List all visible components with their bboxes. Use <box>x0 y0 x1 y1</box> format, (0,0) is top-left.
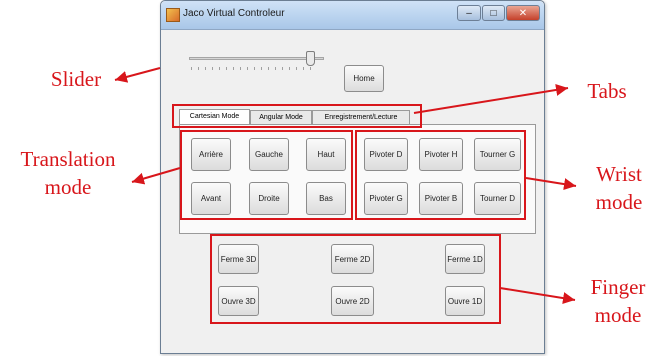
wrist-annotation-line2: mode <box>595 190 643 214</box>
wrist-annotation-line1: Wrist <box>596 162 642 186</box>
slider-arrow <box>114 67 161 83</box>
translation-annotation-line1: Translation <box>20 147 116 171</box>
wrist-arrow <box>525 177 577 191</box>
tabs-annotation: Tabs <box>587 79 627 103</box>
translation-annotation-line2: mode <box>44 175 92 199</box>
finger-annotation-line2: mode <box>594 303 642 327</box>
slider-annotation: Slider <box>50 67 102 91</box>
tabs-arrow <box>413 84 569 114</box>
translation-arrow <box>131 167 181 185</box>
finger-arrow <box>499 287 576 305</box>
finger-annotation-line1: Finger <box>590 275 646 299</box>
